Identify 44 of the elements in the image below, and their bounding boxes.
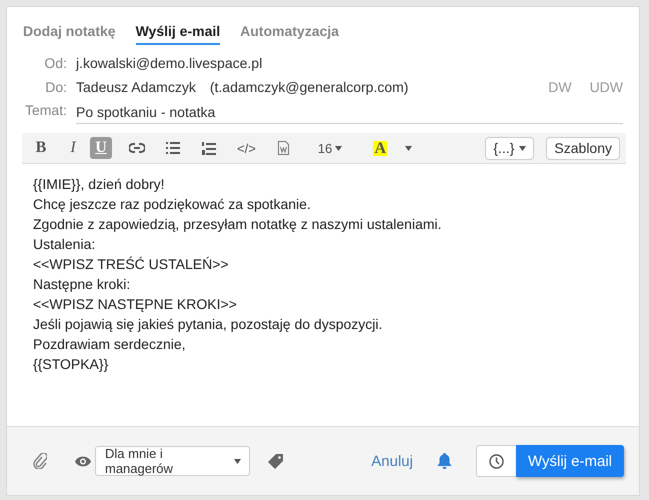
highlight-button[interactable]: A xyxy=(373,140,388,156)
field-label: Od: xyxy=(43,55,67,71)
caret-icon xyxy=(404,146,412,150)
send-button[interactable]: Wyślij e-mail xyxy=(516,445,624,477)
message-line: <<WPISZ NASTĘPNE KROKI>> xyxy=(33,295,238,314)
message-line: Pozdrawiam serdecznie, xyxy=(33,335,187,354)
font-size-button[interactable]: 16 xyxy=(314,137,346,159)
message-line: <<WPISZ TREŚĆ USTALEŃ>> xyxy=(33,255,230,274)
recipient-email: (t.adamczyk@generalcorp.com) xyxy=(210,79,408,95)
field-value[interactable]: Po spotkaniu - notatka xyxy=(76,104,216,120)
eye-icon xyxy=(75,456,91,466)
message-line: Następne kroki: xyxy=(33,275,132,294)
tab[interactable]: Wyślij e-mail xyxy=(136,23,220,45)
field-label: Temat: xyxy=(24,102,67,118)
numbered-list-icon[interactable] xyxy=(202,142,216,154)
tab[interactable]: Dodaj notatkę xyxy=(23,23,116,43)
message-line: {{STOPKA}} xyxy=(33,355,110,374)
bell-icon[interactable] xyxy=(436,453,452,469)
code-button[interactable]: </> xyxy=(234,137,259,159)
clock-icon xyxy=(488,454,504,468)
bold-button[interactable]: B xyxy=(30,137,52,159)
caret-icon xyxy=(519,146,526,150)
message-line: Jeśli pojawią się jakieś pytania, pozostaję do dyspozycji. xyxy=(33,315,384,334)
message-line: Chcę jeszcze raz podziękować za spotkanie. xyxy=(33,195,312,214)
variables-button[interactable]: {...} xyxy=(485,136,534,160)
field-label: Do: xyxy=(44,79,67,95)
templates-button[interactable]: Szablony xyxy=(546,136,620,160)
caret-icon xyxy=(335,146,342,150)
caret-icon xyxy=(234,458,241,464)
link-icon[interactable] xyxy=(129,143,145,153)
field-value[interactable]: Tadeusz Adamczyk xyxy=(76,79,196,95)
visibility-dropdown[interactable]: Dla mnie i managerów xyxy=(95,446,250,476)
cancel-link[interactable]: Anuluj xyxy=(371,452,413,470)
tag-icon[interactable] xyxy=(268,454,283,468)
message-line: {{IMIE}}, dzień dobry! xyxy=(33,175,166,194)
message-line: Zgodnie z zapowiedzią, przesyłam notatkę z naszymi ustaleniami. xyxy=(33,215,443,234)
schedule-button[interactable] xyxy=(476,445,516,477)
italic-button[interactable]: I xyxy=(62,137,84,159)
paperclip-icon[interactable] xyxy=(33,453,47,469)
bullet-list-icon[interactable] xyxy=(166,142,180,154)
message-line: Ustalenia: xyxy=(33,235,96,254)
field-value[interactable]: j.kowalski@demo.livespace.pl xyxy=(76,55,262,71)
document-icon[interactable] xyxy=(278,141,290,155)
tab[interactable]: Automatyzacja xyxy=(240,23,339,43)
